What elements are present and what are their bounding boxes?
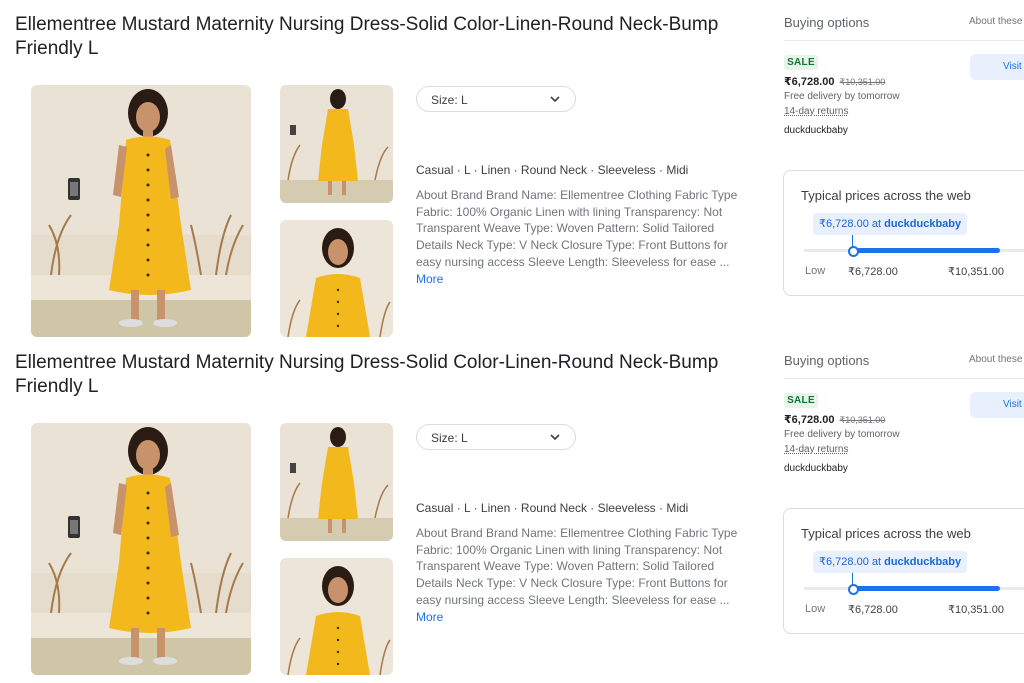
size-selector[interactable]: Size: L [416, 424, 576, 450]
typical-prices-card: Typical prices across the web ₹6,728.00 … [783, 170, 1024, 296]
price-range-fill [852, 586, 1000, 591]
product-description: About Brand Brand Name: Ellementree Clot… [416, 187, 751, 287]
product-description-text: About Brand Brand Name: Ellementree Clot… [416, 188, 738, 269]
product-title[interactable]: Ellementree Mustard Maternity Nursing Dr… [15, 13, 735, 61]
size-selector[interactable]: Size: L [416, 86, 576, 112]
current-price: ₹6,728.00 [784, 76, 835, 88]
product-main-image[interactable] [31, 85, 251, 337]
divider [784, 378, 1024, 379]
high-price: ₹10,351.00 [948, 604, 1004, 616]
price-range-marker [848, 246, 859, 257]
delivery-info: Free delivery by tomorrow [784, 429, 900, 440]
low-label: Low [805, 265, 826, 277]
pill-seller: duckduckbaby [884, 556, 962, 568]
visit-button[interactable]: Visit [970, 54, 1024, 80]
divider [784, 40, 1024, 41]
size-selector-label: Size: L [431, 431, 468, 445]
pill-seller: duckduckbaby [884, 218, 962, 230]
low-price: ₹6,728.00 [848, 266, 898, 278]
product-attributes: Casual · L · Linen · Round Neck · Sleeve… [416, 163, 689, 177]
sale-badge: SALE [784, 393, 818, 408]
about-these-link[interactable]: About these [969, 354, 1022, 365]
chevron-down-icon [550, 96, 560, 103]
seller-name: duckduckbaby [784, 463, 848, 474]
current-price: ₹6,728.00 [784, 414, 835, 426]
chevron-down-icon [550, 434, 560, 441]
product-attributes: Casual · L · Linen · Round Neck · Sleeve… [416, 501, 689, 515]
sale-badge: SALE [784, 55, 818, 70]
pill-price: ₹6,728.00 at [819, 556, 882, 568]
product-thumbnail-front[interactable] [280, 220, 393, 337]
typical-prices-card: Typical prices across the web ₹6,728.00 … [783, 508, 1024, 634]
visit-button[interactable]: Visit [970, 392, 1024, 418]
returns-link[interactable]: 14-day returns [784, 444, 848, 455]
typical-prices-heading: Typical prices across the web [801, 188, 971, 203]
high-price: ₹10,351.00 [948, 266, 1004, 278]
buying-options-heading: Buying options [784, 353, 870, 368]
price-range-marker [848, 584, 859, 595]
low-label: Low [805, 603, 826, 615]
original-price: ₹10,351.00 [839, 415, 886, 425]
low-price: ₹6,728.00 [848, 604, 898, 616]
product-main-image[interactable] [31, 423, 251, 675]
returns-link[interactable]: 14-day returns [784, 106, 848, 117]
product-thumbnail-back[interactable] [280, 85, 393, 203]
price-range-fill [852, 248, 1000, 253]
delivery-info: Free delivery by tomorrow [784, 91, 900, 102]
product-description-text: About Brand Brand Name: Ellementree Clot… [416, 526, 738, 607]
product-thumbnail-front[interactable] [280, 558, 393, 675]
product-description: About Brand Brand Name: Ellementree Clot… [416, 525, 751, 625]
product-result: Ellementree Mustard Maternity Nursing Dr… [0, 0, 1024, 338]
offer-price: ₹6,728.00 ₹10,351.00 [784, 413, 885, 426]
buying-options-heading: Buying options [784, 15, 870, 30]
typical-prices-heading: Typical prices across the web [801, 526, 971, 541]
seller-name: duckduckbaby [784, 125, 848, 136]
product-thumbnail-back[interactable] [280, 423, 393, 541]
size-selector-label: Size: L [431, 93, 468, 107]
more-link[interactable]: More [416, 272, 443, 286]
more-link[interactable]: More [416, 610, 443, 624]
original-price: ₹10,351.00 [839, 77, 886, 87]
about-these-link[interactable]: About these [969, 16, 1022, 27]
product-title[interactable]: Ellementree Mustard Maternity Nursing Dr… [15, 351, 735, 399]
pill-price: ₹6,728.00 at [819, 218, 882, 230]
product-result: Ellementree Mustard Maternity Nursing Dr… [0, 338, 1024, 676]
offer-price: ₹6,728.00 ₹10,351.00 [784, 75, 885, 88]
price-pill: ₹6,728.00 at duckduckbaby [813, 213, 968, 235]
price-pill: ₹6,728.00 at duckduckbaby [813, 551, 968, 573]
